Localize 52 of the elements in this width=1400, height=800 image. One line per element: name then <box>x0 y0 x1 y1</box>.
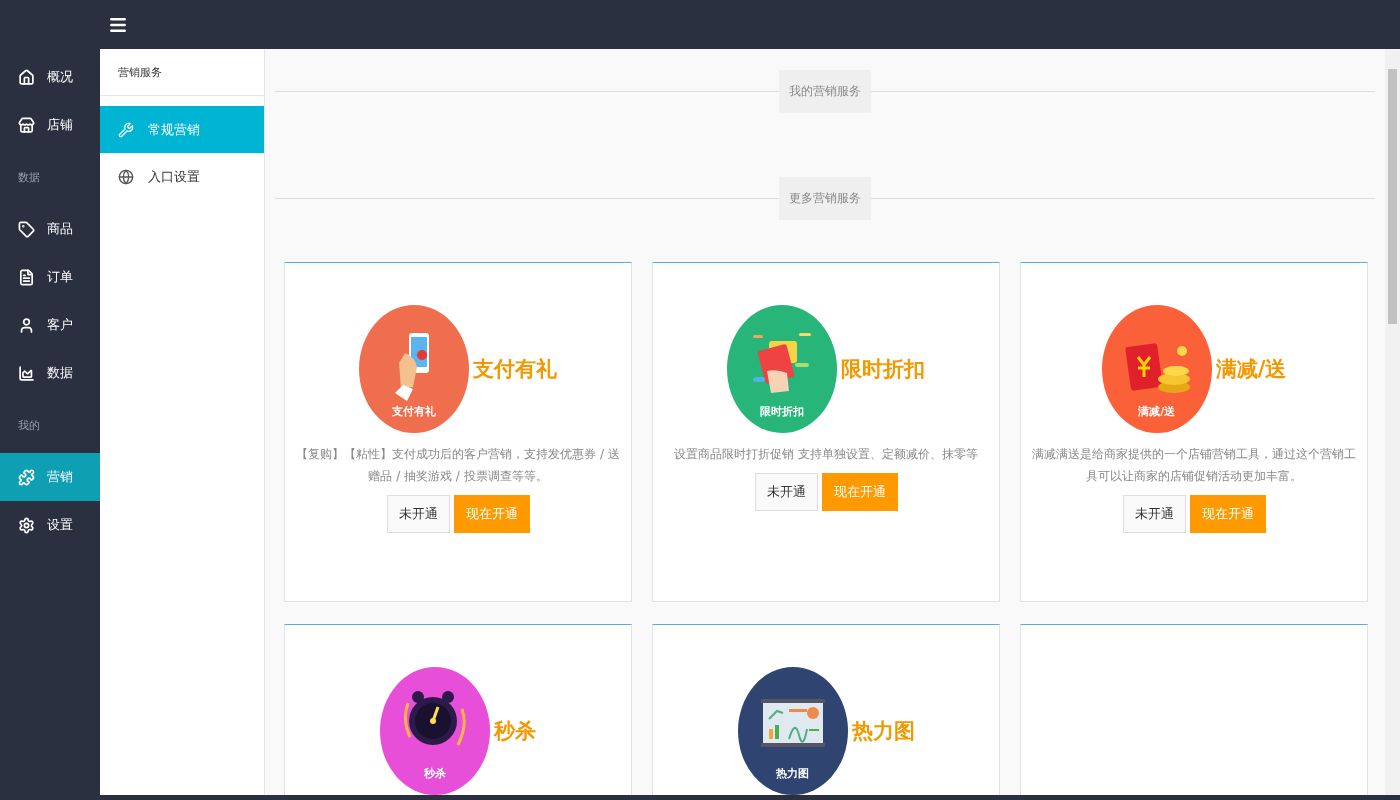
nav-item-label: 客户 <box>47 316 73 334</box>
emblem-caption: 限时折扣 <box>760 404 804 419</box>
nav-section-label: 我的 <box>17 417 41 434</box>
nav-item-label: 数据 <box>47 364 73 382</box>
nav-item-label: 设置 <box>47 516 73 534</box>
user-icon <box>18 316 35 334</box>
status-button[interactable]: 未开通 <box>754 473 818 511</box>
globe-icon <box>118 168 134 185</box>
store-icon <box>18 116 35 134</box>
section-title: 更多营销服务 <box>779 177 871 220</box>
wrench-icon <box>118 121 134 138</box>
nav-item-label: 商品 <box>47 220 73 238</box>
tag-icon <box>18 220 35 238</box>
service-description: 设置商品限时打折促销 支持单独设置、定额减价、抹零等 <box>674 446 978 463</box>
document-icon <box>18 268 35 286</box>
scrollbar-thumb[interactable] <box>1388 69 1397 324</box>
nav-item[interactable]: 数据 <box>0 349 100 397</box>
home-icon <box>18 68 35 86</box>
nav-item[interactable]: 设置 <box>0 501 100 549</box>
section-title: 我的营销服务 <box>779 70 871 113</box>
nav-item-label: 概况 <box>47 68 73 86</box>
panel-title: 营销服务 <box>100 49 264 96</box>
emblem-caption: 秒杀 <box>424 766 446 781</box>
nav-item[interactable]: 店铺 <box>0 101 100 149</box>
subnav-item[interactable]: 入口设置 <box>100 153 264 200</box>
service-description: 满减满送是给商家提供的一个店铺营销工具，通过这个营销工具可以让商家的店铺促销活动更加丰富。 <box>1031 446 1357 485</box>
nav-section-label: 数据 <box>17 169 41 186</box>
nav-item[interactable]: 概况 <box>0 53 100 101</box>
chart-board-drawing <box>760 699 825 747</box>
subnav-item-label: 入口设置 <box>148 167 200 186</box>
area-chart-icon <box>18 364 35 382</box>
subnav-item-label: 常规营销 <box>148 120 200 139</box>
service-title: 秒杀 <box>494 718 536 745</box>
service-title: 热力图 <box>851 718 915 745</box>
scrollbar[interactable] <box>1385 49 1400 795</box>
nav-item[interactable]: 商品 <box>0 205 100 253</box>
nav-item-label: 店铺 <box>47 116 73 134</box>
service-title: 支付有礼 <box>473 356 557 383</box>
service-title: 限时折扣 <box>841 356 925 383</box>
nav-item-label: 营销 <box>47 468 73 486</box>
nav-item[interactable]: 订单 <box>0 253 100 301</box>
emblem-caption: 满减/送 <box>1138 404 1176 419</box>
status-button[interactable]: 未开通 <box>386 495 450 533</box>
settings-icon <box>18 516 35 534</box>
service-title: 满减/送 <box>1215 356 1287 383</box>
nav-item-label: 订单 <box>47 268 73 286</box>
nav-item[interactable]: 客户 <box>0 301 100 349</box>
status-button[interactable]: 未开通 <box>1122 495 1186 533</box>
puzzle-icon <box>18 468 35 486</box>
emblem-caption: 热力图 <box>776 766 809 781</box>
emblem-caption: 支付有礼 <box>392 404 436 419</box>
service-description: 【复购】【粘性】支付成功后的客户营销，支持发优惠券 / 送赠品 / 抽奖游戏 / 投票调查等等。 <box>295 446 621 485</box>
